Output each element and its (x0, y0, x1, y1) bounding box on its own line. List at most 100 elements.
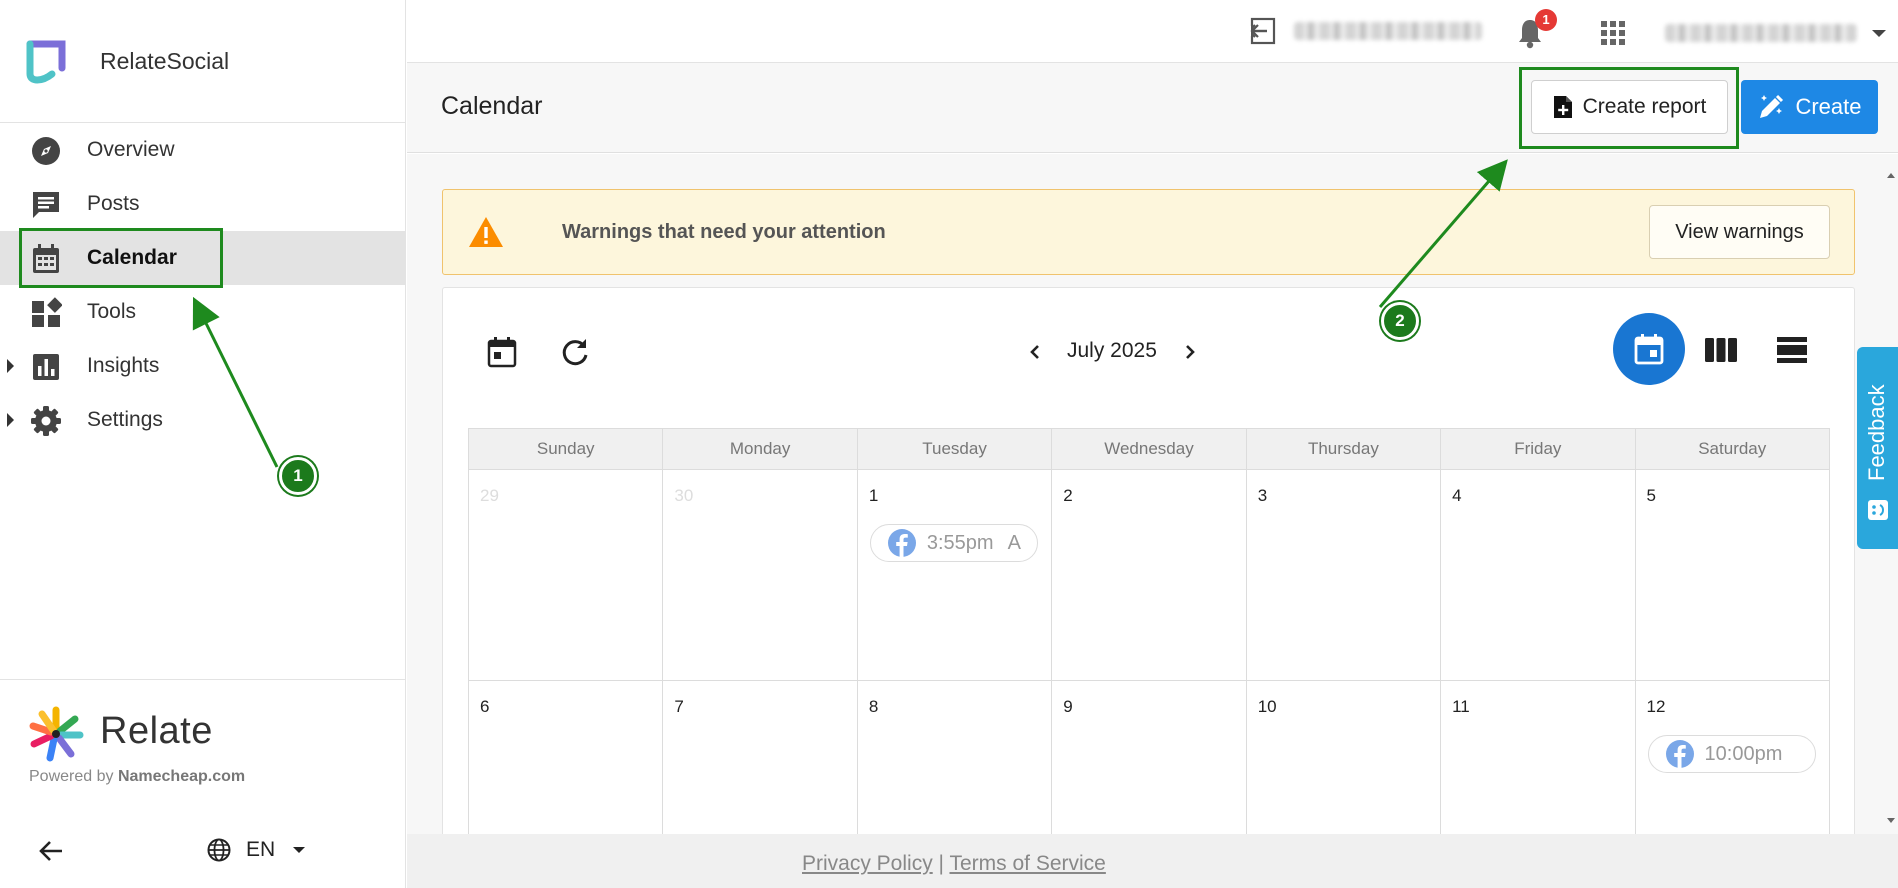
powered-by-prefix: Powered by (29, 768, 118, 785)
weekday-label: Friday (1441, 429, 1636, 469)
warning-icon (469, 217, 503, 247)
day-number: 9 (1063, 697, 1073, 716)
sidebar-item-label: Posts (87, 192, 140, 215)
privacy-policy-link[interactable]: Privacy Policy (802, 852, 933, 875)
create-label: Create (1795, 94, 1862, 119)
day-cell[interactable]: 5 (1636, 470, 1829, 680)
annotation-highlight-create-report (1519, 67, 1739, 149)
day-number: 5 (1646, 486, 1656, 505)
list-view-icon[interactable] (1775, 336, 1809, 364)
day-cell[interactable]: 10 (1247, 681, 1442, 834)
day-cell[interactable]: 29 (469, 470, 664, 680)
week-view-icon[interactable] (1704, 336, 1738, 364)
weekday-label: Wednesday (1052, 429, 1247, 469)
footer-links: Privacy Policy | Terms of Service (802, 852, 1106, 876)
day-number: 2 (1063, 486, 1073, 505)
account-name-redacted[interactable] (1294, 22, 1482, 40)
bar-chart-icon (33, 354, 59, 380)
annotation-highlight-calendar (19, 228, 223, 288)
apps-grid-icon[interactable] (1600, 20, 1626, 46)
day-number: 10 (1257, 697, 1277, 716)
day-cell[interactable]: 11 (1441, 681, 1636, 834)
day-cell[interactable]: 30 (663, 470, 858, 680)
day-cell[interactable]: 2 (1052, 470, 1247, 680)
refresh-icon[interactable] (560, 336, 590, 368)
warning-text: Warnings that need your attention (562, 221, 886, 243)
sidebar-item-posts[interactable]: Posts (0, 177, 405, 231)
calendar-today-icon[interactable] (487, 336, 517, 368)
day-cell[interactable]: 9 (1052, 681, 1247, 834)
user-menu-caret-icon[interactable] (1872, 30, 1886, 37)
sidebar-item-insights[interactable]: Insights (0, 339, 405, 393)
day-number: 6 (480, 697, 490, 716)
month-view-button[interactable] (1613, 313, 1685, 385)
language-label: EN (246, 838, 276, 861)
day-number: 8 (868, 697, 879, 716)
chat-icon (33, 192, 59, 218)
scheduled-post-chip[interactable]: 10:00pm (1647, 735, 1816, 773)
weekday-label: Saturday (1698, 439, 1767, 458)
weekday-label: Tuesday (858, 429, 1053, 469)
weekday-label: Monday (663, 429, 858, 469)
gear-icon (31, 406, 61, 436)
sidebar-item-tools[interactable]: Tools (0, 285, 405, 339)
day-number: 11 (1452, 697, 1470, 716)
calendar-card: July 2025 Sunday Monday Tuesday Wednesda… (442, 287, 1855, 834)
weekday-header: Sunday Monday Tuesday Wednesday Thursday… (468, 428, 1830, 470)
day-cell[interactable]: 8 (858, 681, 1053, 834)
day-cell[interactable]: 1 3:55pm A (858, 470, 1053, 680)
relatesocial-logo-icon (26, 40, 66, 84)
day-cell[interactable]: 7 (663, 681, 858, 834)
day-number: 4 (1452, 486, 1462, 505)
warning-banner: Warnings that need your attention View w… (442, 189, 1855, 275)
day-number: 12 (1646, 697, 1666, 716)
brand-header: RelateSocial (0, 0, 405, 123)
page-title: Calendar (441, 92, 543, 120)
day-cell[interactable]: 12 10:00pm (1636, 681, 1829, 834)
sidebar-item-label: Overview (87, 138, 175, 161)
notification-badge: 1 (1535, 9, 1557, 31)
sidebar-item-overview[interactable]: Overview (0, 123, 405, 177)
feedback-label: Feedback (1864, 384, 1889, 481)
scroll-down-arrow-icon[interactable] (1886, 815, 1896, 827)
create-button[interactable]: Create (1741, 80, 1878, 134)
weekday-label: Sunday (469, 429, 664, 469)
calendar-view-icon (1634, 334, 1664, 365)
day-cell[interactable]: 3 (1247, 470, 1442, 680)
feedback-tab[interactable]: Feedback (1857, 347, 1898, 549)
facebook-icon (887, 529, 916, 557)
view-warnings-button[interactable]: View warnings (1649, 205, 1830, 259)
sidebar-footer: Relate Powered by Namecheap.com EN (0, 679, 405, 888)
sidebar-item-settings[interactable]: Settings (0, 393, 405, 447)
day-number: 29 (480, 486, 499, 505)
chevron-right-icon[interactable] (1180, 338, 1200, 366)
month-grid: Sunday Monday Tuesday Wednesday Thursday… (468, 428, 1830, 834)
switch-account-icon[interactable] (1247, 16, 1277, 46)
day-number: 1 (868, 486, 879, 505)
day-number: 30 (674, 486, 694, 505)
terms-of-service-link[interactable]: Terms of Service (949, 852, 1105, 875)
brand-name: RelateSocial (100, 48, 230, 74)
language-selector[interactable]: EN (206, 835, 306, 865)
powered-by-text: Powered by Namecheap.com (29, 768, 245, 786)
relate-wordmark: Relate (100, 710, 213, 752)
footer-separator: | (938, 852, 945, 875)
globe-icon (207, 838, 231, 862)
day-cell[interactable]: 4 (1441, 470, 1636, 680)
annotation-badge-2: 2 (1381, 302, 1419, 340)
chevron-left-icon[interactable] (1025, 338, 1045, 366)
sidebar: RelateSocial Overview Posts Calendar Too… (0, 0, 406, 888)
compass-icon (32, 137, 60, 165)
post-tag: A (1007, 531, 1021, 554)
user-name-redacted[interactable] (1665, 24, 1857, 42)
back-arrow-icon[interactable] (36, 836, 66, 866)
annotation-badge-1: 1 (279, 457, 317, 495)
sidebar-item-label: Settings (87, 408, 163, 431)
scheduled-post-chip[interactable]: 3:55pm A (869, 524, 1038, 562)
facebook-icon (1665, 740, 1694, 768)
page-footer: Privacy Policy | Terms of Service (407, 834, 1898, 888)
expand-caret-icon[interactable] (7, 413, 14, 427)
scroll-up-arrow-icon[interactable] (1886, 170, 1896, 190)
day-cell[interactable]: 6 (469, 681, 664, 834)
expand-caret-icon[interactable] (7, 359, 14, 373)
